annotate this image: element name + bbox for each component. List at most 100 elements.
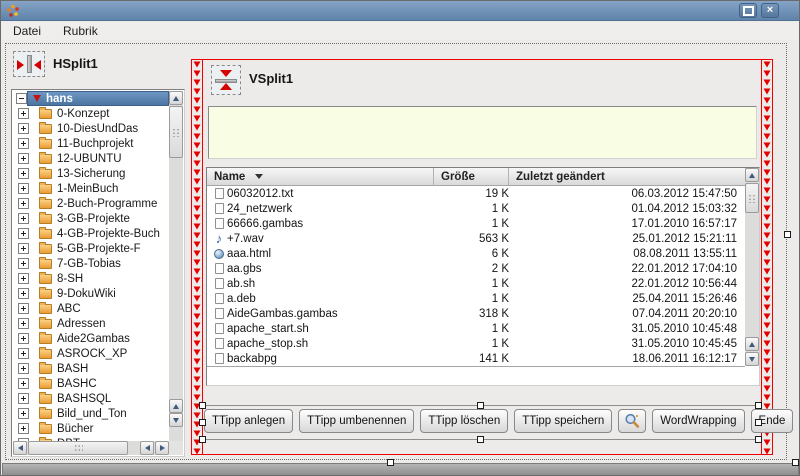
selection-handle[interactable] xyxy=(199,402,206,409)
tree-item[interactable]: BASHSQL xyxy=(13,391,169,406)
vsplit-icon[interactable] xyxy=(211,65,241,95)
tree-item[interactable]: Bücher xyxy=(13,421,169,436)
expand-icon[interactable] xyxy=(18,318,29,329)
tree-item[interactable]: Bild_und_Ton xyxy=(13,406,169,421)
file-row[interactable]: 66666.gambas1 K17.01.2010 16:57:17 xyxy=(207,216,745,231)
expand-icon[interactable] xyxy=(18,408,29,419)
expand-icon[interactable] xyxy=(18,288,29,299)
tree-item[interactable]: BASHC xyxy=(13,376,169,391)
scrollbar-thumb[interactable] xyxy=(28,441,128,455)
tree-item[interactable]: 11-Buchprojekt xyxy=(13,136,169,151)
file-row[interactable]: 06032012.txt19 K06.03.2012 15:47:50 xyxy=(207,186,745,201)
file-row[interactable]: a.deb1 K25.04.2011 15:26:46 xyxy=(207,291,745,306)
selection-handle[interactable] xyxy=(755,402,762,409)
scrollbar-thumb[interactable] xyxy=(169,106,183,158)
expand-icon[interactable] xyxy=(18,213,29,224)
tree-item[interactable]: 5-GB-Projekte-F xyxy=(13,241,169,256)
expand-icon[interactable] xyxy=(18,348,29,359)
ttipp-loeschen-button[interactable]: TTipp löschen xyxy=(420,409,508,433)
selection-handle[interactable] xyxy=(755,436,762,443)
menu-rubrik[interactable]: Rubrik xyxy=(63,24,98,38)
directory-tree[interactable]: hans 0-Konzept 10-DiesUndDas 11-Buchproj… xyxy=(11,89,185,457)
ttipp-anlegen-button[interactable]: TTipp anlegen xyxy=(204,409,293,433)
expand-icon[interactable] xyxy=(18,138,29,149)
tree-item[interactable]: 7-GB-Tobias xyxy=(13,256,169,271)
selection-handle[interactable] xyxy=(199,419,206,426)
expand-icon[interactable] xyxy=(18,303,29,314)
scroll-up-button-2[interactable] xyxy=(169,399,183,413)
tree-item[interactable]: ASROCK_XP xyxy=(13,346,169,361)
expand-icon[interactable] xyxy=(18,273,29,284)
selection-handle[interactable] xyxy=(199,436,206,443)
selection-handle[interactable] xyxy=(477,402,484,409)
tree-vertical-scrollbar[interactable] xyxy=(169,91,183,441)
tree-item[interactable]: 3-GB-Projekte xyxy=(13,211,169,226)
ttipp-umbenennen-button[interactable]: TTipp umbenennen xyxy=(299,409,414,433)
tree-item[interactable]: 8-SH xyxy=(13,271,169,286)
tree-root-item[interactable]: hans xyxy=(13,91,169,106)
close-button[interactable]: × xyxy=(761,3,779,18)
wordwrapping-button[interactable]: WordWrapping xyxy=(652,409,744,433)
tree-item[interactable]: 9-DokuWiki xyxy=(13,286,169,301)
tip-textarea[interactable] xyxy=(208,106,757,159)
expand-icon[interactable] xyxy=(18,423,29,434)
expand-icon[interactable] xyxy=(18,258,29,269)
scroll-left-button-2[interactable] xyxy=(140,441,154,455)
scroll-down-button[interactable] xyxy=(745,352,759,366)
expand-icon[interactable] xyxy=(18,363,29,374)
tree-item[interactable]: ABC xyxy=(13,301,169,316)
file-row[interactable]: aaa.html6 K08.08.2011 13:55:11 xyxy=(207,246,745,261)
file-row[interactable]: ♪+7.wav563 K25.01.2012 15:21:11 xyxy=(207,231,745,246)
tree-item[interactable]: 10-DiesUndDas xyxy=(13,121,169,136)
tree-item[interactable]: 12-UBUNTU xyxy=(13,151,169,166)
form-resize-handle-corner[interactable] xyxy=(792,459,799,466)
file-row[interactable]: ab.sh1 K22.01.2012 10:56:44 xyxy=(207,276,745,291)
expand-icon[interactable] xyxy=(18,108,29,119)
tree-item[interactable]: 4-GB-Projekte-Buch xyxy=(13,226,169,241)
column-header-size[interactable]: Größe xyxy=(434,168,509,186)
expand-icon[interactable] xyxy=(18,333,29,344)
file-row[interactable]: apache_start.sh1 K31.05.2010 10:45:48 xyxy=(207,321,745,336)
form-resize-bar[interactable] xyxy=(2,463,799,476)
tree-item[interactable]: 0-Konzept xyxy=(13,106,169,121)
menu-datei[interactable]: Datei xyxy=(13,24,41,38)
collapse-icon[interactable] xyxy=(16,93,27,104)
expand-icon[interactable] xyxy=(18,228,29,239)
file-row[interactable]: aa.gbs2 K22.01.2012 17:04:10 xyxy=(207,261,745,276)
tree-item[interactable]: 13-Sicherung xyxy=(13,166,169,181)
scroll-right-button[interactable] xyxy=(155,441,169,455)
tree-item[interactable]: Adressen xyxy=(13,316,169,331)
expand-icon[interactable] xyxy=(18,183,29,194)
expand-icon[interactable] xyxy=(18,198,29,209)
file-row[interactable]: 24_netzwerk1 K01.04.2012 15:03:32 xyxy=(207,201,745,216)
tree-item[interactable]: Aide2Gambas xyxy=(13,331,169,346)
maximize-button[interactable] xyxy=(739,3,757,18)
file-row[interactable]: AideGambas.gambas318 K07.04.2011 20:20:1… xyxy=(207,306,745,321)
tree-item[interactable]: 1-MeinBuch xyxy=(13,181,169,196)
expand-icon[interactable] xyxy=(18,393,29,404)
ttipp-speichern-button[interactable]: TTipp speichern xyxy=(514,409,612,433)
scroll-up-button-2[interactable] xyxy=(745,337,759,351)
tree-item[interactable]: 2-Buch-Programme xyxy=(13,196,169,211)
filelist-vertical-scrollbar[interactable] xyxy=(745,168,759,366)
file-row[interactable]: backabpg141 K18.06.2011 16:12:17 xyxy=(207,351,745,366)
tree-horizontal-scrollbar[interactable] xyxy=(13,441,169,455)
expand-icon[interactable] xyxy=(18,153,29,164)
form-resize-handle-right[interactable] xyxy=(784,231,791,238)
selection-handle[interactable] xyxy=(755,419,762,426)
expand-icon[interactable] xyxy=(18,123,29,134)
file-list[interactable]: Name Größe Zuletzt geändert 06032012.txt… xyxy=(206,167,760,386)
scroll-left-button[interactable] xyxy=(13,441,27,455)
scroll-up-button[interactable] xyxy=(745,168,759,182)
tree-item[interactable]: BASH xyxy=(13,361,169,376)
selection-handle[interactable] xyxy=(477,436,484,443)
expand-icon[interactable] xyxy=(18,168,29,179)
magnifier-button[interactable] xyxy=(618,409,646,433)
scroll-down-button[interactable] xyxy=(169,413,183,427)
scroll-up-button[interactable] xyxy=(169,91,183,105)
file-row[interactable]: apache_stop.sh1 K31.05.2010 10:45:45 xyxy=(207,336,745,351)
expand-icon[interactable] xyxy=(18,378,29,389)
column-header-name[interactable]: Name xyxy=(207,168,434,186)
form-resize-handle-bottom[interactable] xyxy=(387,459,394,466)
column-header-modified[interactable]: Zuletzt geändert xyxy=(509,168,745,186)
